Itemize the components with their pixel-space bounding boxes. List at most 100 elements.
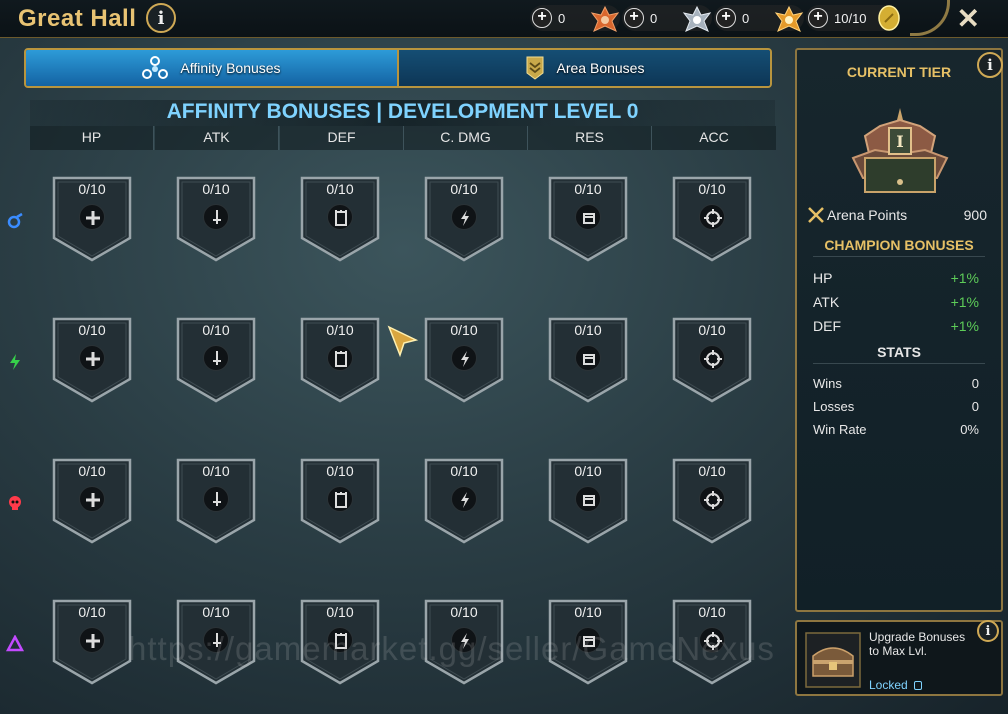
bonus-badge[interactable]: 0/10 <box>424 176 504 262</box>
acc-icon <box>704 209 722 227</box>
atk-icon <box>213 351 221 365</box>
gold-medal-icon <box>774 5 804 32</box>
arena-token-value: 10/10 <box>834 10 867 26</box>
silver-medal-icon <box>682 5 712 32</box>
bonus-badge[interactable]: 0/10 <box>52 176 132 262</box>
column-header-acc: ACC <box>652 126 776 150</box>
bonus-badge[interactable]: 0/10 <box>52 317 132 403</box>
bonus-badge[interactable]: 0/10 <box>548 176 628 262</box>
def-icon <box>335 492 347 508</box>
bonus-badge[interactable]: 0/10 <box>672 458 752 544</box>
area-icon <box>526 56 544 80</box>
bonus-row-hp: HP +1% <box>813 270 979 286</box>
resource-gold: + 0 <box>714 5 804 32</box>
badge-stat-icon-wrap <box>451 345 477 371</box>
column-header-atk: ATK <box>155 126 279 150</box>
badge-count: 0/10 <box>202 463 230 479</box>
void-affinity-icon <box>6 635 24 652</box>
bonus-stat-label: ATK <box>813 294 840 310</box>
bonus-badge[interactable]: 0/10 <box>548 458 628 544</box>
badge-stat-icon-wrap <box>699 204 725 230</box>
def-icon <box>335 351 347 367</box>
badge-count: 0/10 <box>450 463 478 479</box>
tab-area-bonuses[interactable]: Area Bonuses <box>397 50 770 86</box>
badge-stat-icon-wrap <box>451 204 477 230</box>
badge-count: 0/10 <box>574 322 602 338</box>
bonus-badge[interactable]: 0/10 <box>176 176 256 262</box>
champion-bonuses-label: CHAMPION BONUSES <box>824 237 974 253</box>
bonus-badge[interactable]: 0/10 <box>424 317 504 403</box>
bonus-badge[interactable]: 0/10 <box>672 317 752 403</box>
bonus-stat-label: DEF <box>813 318 841 334</box>
badge-stat-icon-wrap <box>327 204 353 230</box>
stat-value: 0 <box>971 376 979 391</box>
badge-stat-icon-wrap <box>327 345 353 371</box>
tier-panel: CURRENT TIER i I Arena Points 900 CHAMPI… <box>795 48 1003 612</box>
upgrade-info-button[interactable]: i <box>977 620 999 642</box>
corner-ornament <box>910 0 950 36</box>
cdmg-icon <box>461 492 469 508</box>
bonus-row-def: DEF +1% <box>813 318 979 334</box>
acc-icon <box>704 350 722 368</box>
watermark-text: https://gamemarket.gg/seller/GameNexus <box>128 630 775 667</box>
bonus-badge[interactable]: 0/10 <box>300 458 380 544</box>
bonus-badge[interactable]: 0/10 <box>672 176 752 262</box>
silver-value: 0 <box>650 10 658 26</box>
affinity-icon <box>142 56 169 79</box>
bonus-row-atk: ATK +1% <box>813 294 979 310</box>
def-icon <box>335 210 347 226</box>
add-gold-button[interactable]: + <box>716 8 736 28</box>
atk-icon <box>213 492 221 506</box>
tier-emblem-icon: I <box>851 108 949 193</box>
column-header-cdmg: C. DMG <box>404 126 528 150</box>
badge-count: 0/10 <box>202 181 230 197</box>
resource-silver: + 0 <box>622 5 712 32</box>
tab-affinity-label: Affinity Bonuses <box>180 60 281 76</box>
badge-stat-icon-wrap <box>575 486 601 512</box>
stat-label: Wins <box>813 376 842 391</box>
bonus-badge[interactable]: 0/10 <box>52 458 132 544</box>
add-arena-token-button[interactable]: + <box>808 8 828 28</box>
badge-stat-icon-wrap <box>79 627 105 653</box>
tier-info-button[interactable]: i <box>977 52 1003 78</box>
divider <box>813 363 985 364</box>
lock-icon <box>914 681 923 690</box>
bonus-badge[interactable]: 0/10 <box>300 317 380 403</box>
badge-stat-icon-wrap <box>575 345 601 371</box>
arena-token-icon <box>878 5 900 31</box>
force-affinity-icon <box>9 496 21 510</box>
hp-icon <box>86 211 100 225</box>
badge-stat-icon-wrap <box>79 204 105 230</box>
badge-count: 0/10 <box>698 181 726 197</box>
badge-stat-icon-wrap <box>79 345 105 371</box>
badge-count: 0/10 <box>450 604 478 620</box>
badge-stat-icon-wrap <box>699 345 725 371</box>
add-bronze-button[interactable]: + <box>532 8 552 28</box>
bonus-badge[interactable]: 0/10 <box>52 599 132 685</box>
resource-bronze: + 0 <box>530 5 620 32</box>
badge-count: 0/10 <box>450 181 478 197</box>
gold-value: 0 <box>742 10 750 26</box>
bonus-stat-value: +1% <box>950 318 979 334</box>
tab-affinity-bonuses[interactable]: Affinity Bonuses <box>26 50 397 86</box>
res-icon <box>583 213 595 224</box>
bronze-medal-icon <box>590 5 620 32</box>
hp-icon <box>86 634 100 648</box>
bonus-badge[interactable]: 0/10 <box>548 317 628 403</box>
res-icon <box>583 354 595 365</box>
badge-count: 0/10 <box>574 604 602 620</box>
badge-count: 0/10 <box>450 322 478 338</box>
upgrade-status: Locked <box>869 678 923 692</box>
bonus-badge[interactable]: 0/10 <box>300 176 380 262</box>
close-icon[interactable]: ✕ <box>957 2 980 35</box>
bonus-badge[interactable]: 0/10 <box>424 458 504 544</box>
info-button[interactable]: i <box>146 3 176 33</box>
grid-title: AFFINITY BONUSES | DEVELOPMENT LEVEL 0 <box>30 100 775 126</box>
bonus-badge[interactable]: 0/10 <box>176 317 256 403</box>
top-bar: Great Hall i + 0 + 0 + 0 + 10/10 ✕ <box>0 0 1008 38</box>
chest-icon <box>805 632 861 688</box>
upgrade-bonuses-card[interactable]: Upgrade Bonuses to Max Lvl. Locked i <box>795 620 1003 696</box>
add-silver-button[interactable]: + <box>624 8 644 28</box>
bonus-badge[interactable]: 0/10 <box>176 458 256 544</box>
badge-count: 0/10 <box>202 604 230 620</box>
